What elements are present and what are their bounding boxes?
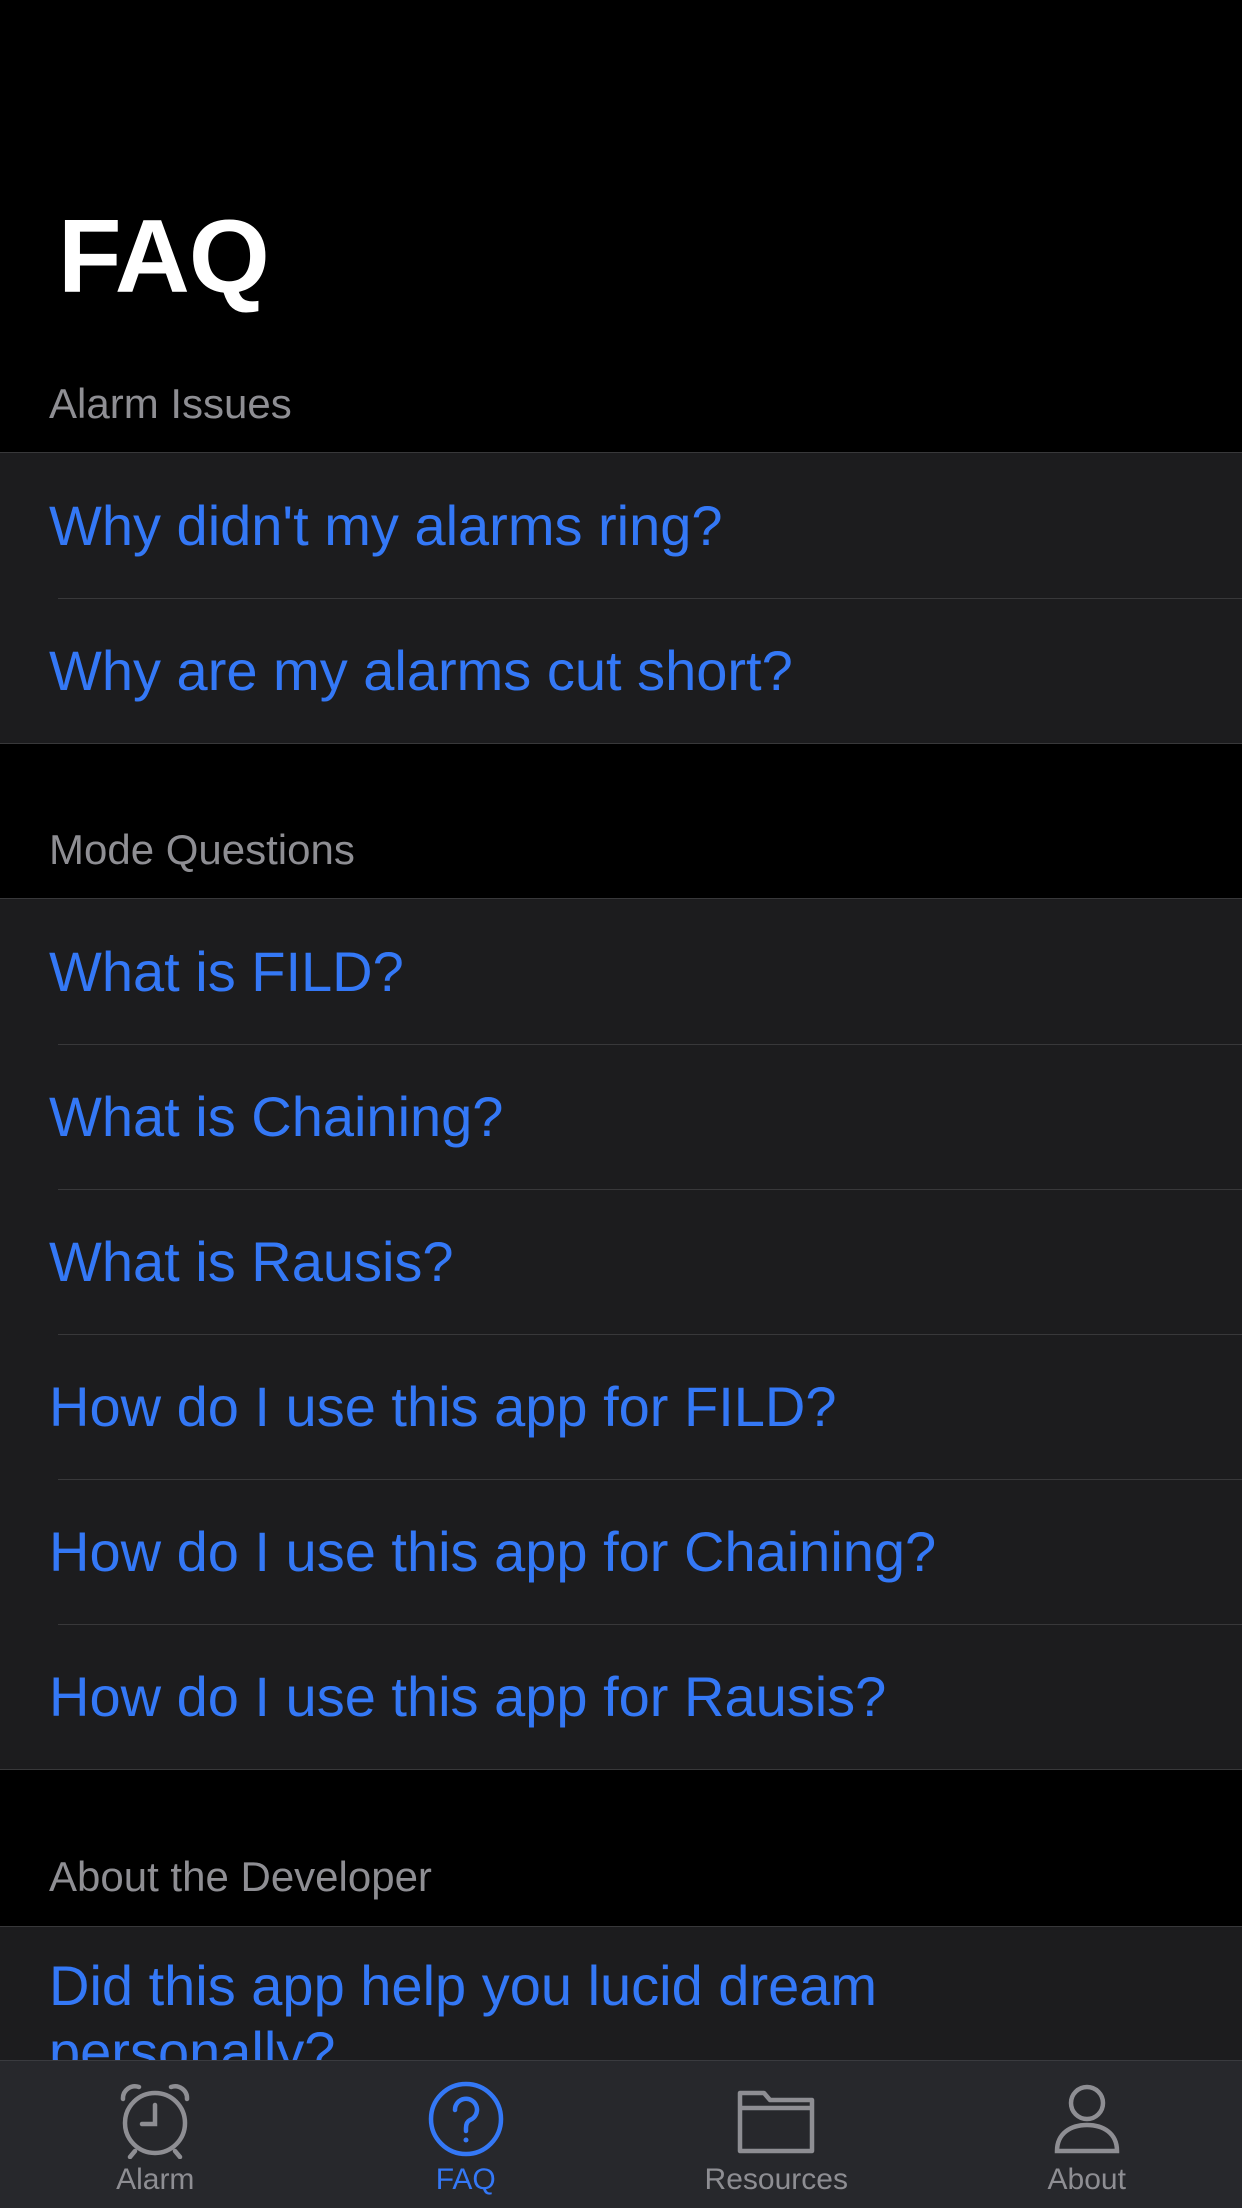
faq-group-alarm-issues: Why didn't my alarms ring? Why are my al… [0, 452, 1242, 744]
faq-row-what-is-fild[interactable]: What is FILD? [0, 899, 1242, 1044]
faq-row-label: How do I use this app for Chaining? [49, 1519, 937, 1583]
section-header-mode-questions: Mode Questions [49, 826, 355, 873]
faq-group-mode-questions: What is FILD? What is Chaining? What is … [0, 898, 1242, 1770]
person-icon [1054, 2084, 1120, 2154]
faq-row-how-chaining[interactable]: How do I use this app for Chaining? [0, 1479, 1242, 1624]
faq-row-label: Why are my alarms cut short? [49, 638, 793, 702]
faq-row-lucid-dream-help[interactable]: Did this app help you lucid dream person… [0, 1927, 1242, 2083]
page-title: FAQ [58, 199, 270, 315]
faq-row-how-rausis[interactable]: How do I use this app for Rausis? [0, 1624, 1242, 1769]
faq-row-alarms-cut-short[interactable]: Why are my alarms cut short? [0, 598, 1242, 743]
tab-bar: Alarm FAQ Resources About [0, 2060, 1242, 2208]
faq-row-label: How do I use this app for Rausis? [49, 1664, 887, 1728]
tab-alarm[interactable]: Alarm [0, 2061, 311, 2208]
faq-row-label: What is FILD? [49, 939, 404, 1003]
folder-icon [738, 2090, 815, 2154]
faq-row-label: Why didn't my alarms ring? [49, 493, 723, 557]
tab-faq[interactable]: FAQ [311, 2061, 622, 2208]
alarm-clock-icon [121, 2084, 190, 2159]
tab-about[interactable]: About [932, 2061, 1242, 2208]
tab-label: Resources [704, 2163, 848, 2196]
tab-label: About [1047, 2163, 1126, 2196]
faq-row-label: What is Rausis? [49, 1229, 454, 1293]
faq-row-what-is-rausis[interactable]: What is Rausis? [0, 1189, 1242, 1334]
faq-row-what-is-chaining[interactable]: What is Chaining? [0, 1044, 1242, 1189]
tab-label: Alarm [116, 2163, 195, 2196]
tab-label: FAQ [435, 2163, 496, 2196]
faq-row-how-fild[interactable]: How do I use this app for FILD? [0, 1334, 1242, 1479]
section-header-about-developer: About the Developer [49, 1853, 432, 1900]
faq-row-label: What is Chaining? [49, 1084, 504, 1148]
question-circle-icon [428, 2081, 503, 2157]
faq-group-about-developer: Did this app help you lucid dream person… [0, 1926, 1242, 2083]
faq-row-label: How do I use this app for FILD? [49, 1374, 837, 1438]
section-header-alarm-issues: Alarm Issues [49, 380, 292, 427]
faq-row-alarms-ring[interactable]: Why didn't my alarms ring? [0, 453, 1242, 598]
tab-resources[interactable]: Resources [621, 2061, 932, 2208]
